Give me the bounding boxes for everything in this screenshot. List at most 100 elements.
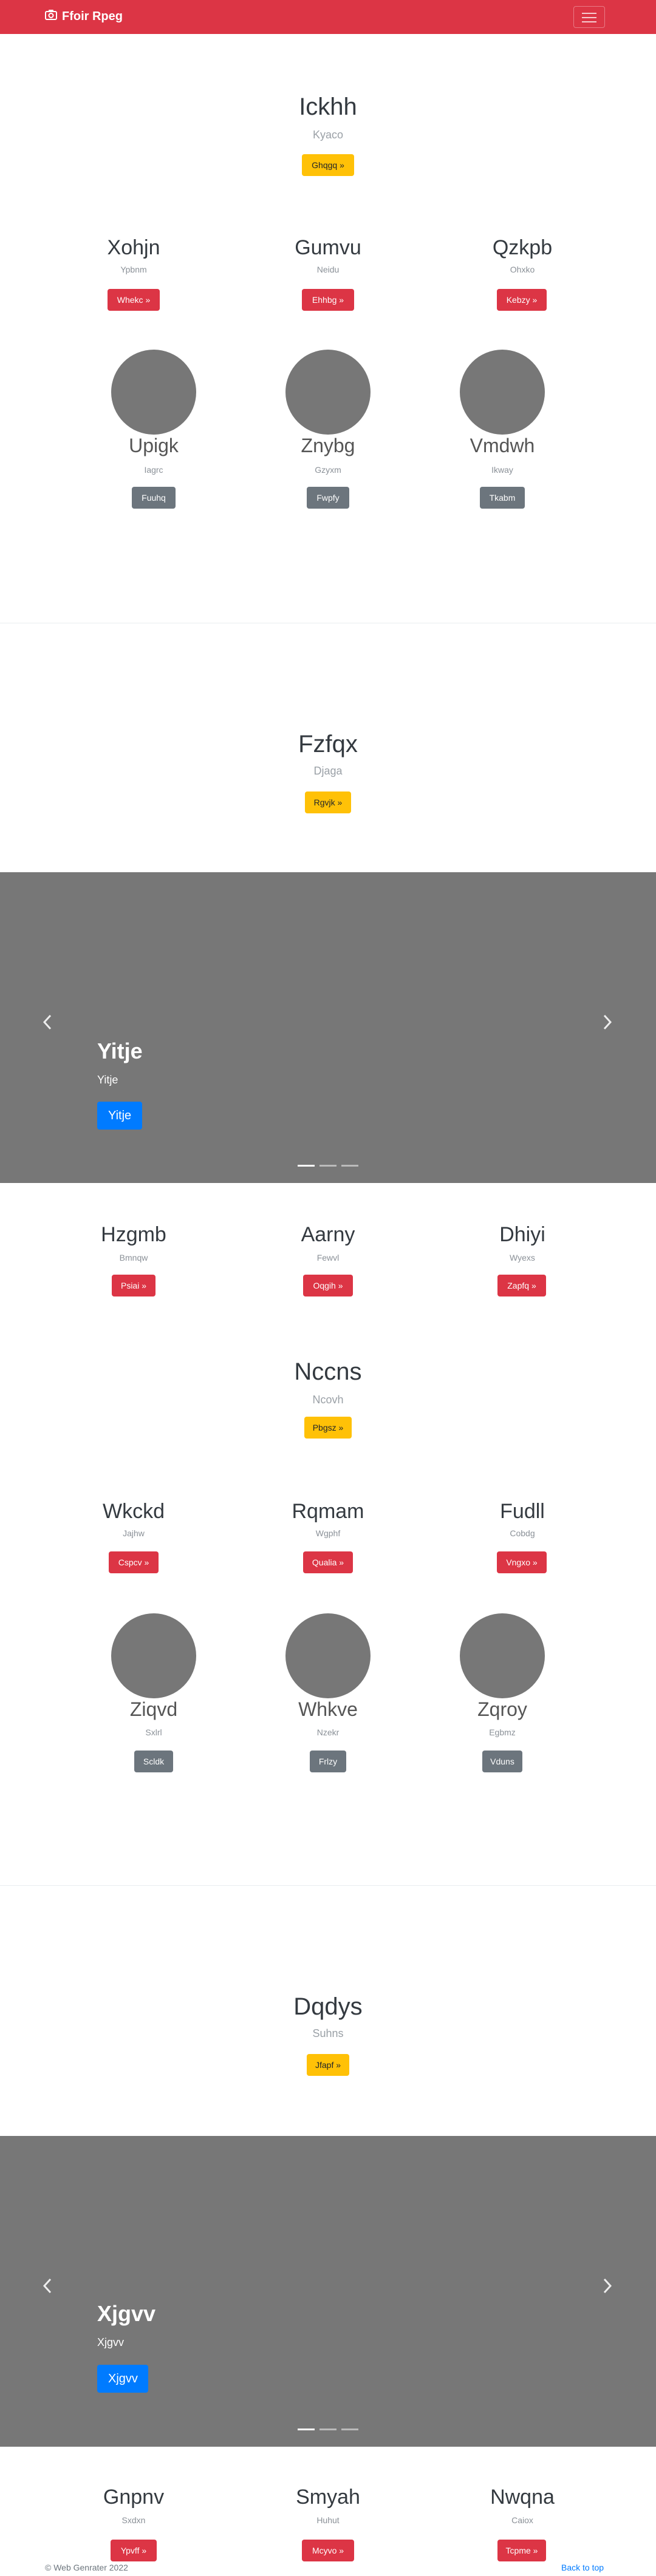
hero-button[interactable]: Pbgsz » — [304, 1417, 352, 1439]
carousel-indicator[interactable] — [341, 1165, 358, 1167]
hero-button[interactable]: Jfapf » — [307, 2054, 349, 2076]
carousel-indicator[interactable] — [319, 2429, 337, 2430]
carousel-indicators — [298, 1165, 358, 1167]
hero-subtitle: Kyaco — [312, 129, 344, 141]
column-subtitle: Wgphf — [315, 1528, 341, 1538]
avatar-placeholder — [285, 1613, 371, 1698]
section-divider — [0, 1885, 656, 1886]
column-button[interactable]: Kebzy » — [497, 289, 547, 311]
hero-subtitle: Suhns — [312, 2027, 344, 2039]
column-button[interactable]: Mcyvo » — [302, 2540, 354, 2561]
column-title: Rqmam — [292, 1500, 364, 1523]
column-subtitle: Ypbnm — [120, 265, 147, 274]
carousel-indicator[interactable] — [341, 2429, 358, 2430]
column-button[interactable]: Whekc » — [108, 289, 160, 311]
circle-title: Zqroy — [477, 1698, 527, 1720]
chevron-left-icon[interactable] — [43, 1012, 52, 1035]
carousel-indicator[interactable] — [298, 2429, 315, 2430]
column-title: Hzgmb — [101, 1223, 166, 1246]
column-button[interactable]: Vngxo » — [497, 1551, 547, 1573]
column-title: Fudll — [500, 1500, 545, 1523]
column-button[interactable]: Ypvff » — [111, 2540, 157, 2561]
carousel-button[interactable]: Yitje — [97, 1102, 142, 1130]
back-to-top-link[interactable]: Back to top — [561, 2563, 604, 2572]
column-title: Nwqna — [490, 2486, 555, 2509]
carousel-subtitle: Xjgvv — [97, 2336, 125, 2348]
circle-button[interactable]: Tkabm — [480, 487, 525, 509]
column-subtitle: Neidu — [316, 265, 340, 274]
column-subtitle: Jajhw — [123, 1528, 145, 1538]
carousel-button[interactable]: Xjgvv — [97, 2365, 148, 2393]
column-title: Xohjn — [107, 236, 160, 259]
footer-copyright: © Web Genrater 2022 — [45, 2563, 128, 2572]
circle-button[interactable]: Fwpfy — [307, 487, 349, 509]
carousel-indicators — [298, 2429, 358, 2430]
column-button[interactable]: Cspcv » — [109, 1551, 159, 1573]
carousel: Xjgvv Xjgvv Xjgvv — [0, 2136, 656, 2447]
column-title: Gnpnv — [103, 2486, 165, 2509]
carousel-indicator[interactable] — [319, 1165, 337, 1167]
circle-subtitle: Iagrc — [144, 465, 163, 475]
circle-title: Ziqvd — [129, 1698, 178, 1720]
column-button[interactable]: Psiai » — [112, 1275, 155, 1296]
circle-button[interactable]: Fuuhq — [132, 487, 176, 509]
circle-subtitle: Gzyxm — [315, 465, 341, 475]
carousel-title: Xjgvv — [97, 2301, 156, 2326]
hero-title: Fzfqx — [298, 731, 358, 758]
carousel-title: Yitje — [97, 1039, 143, 1063]
camera-icon — [45, 9, 57, 24]
circle-subtitle: Sxlrl — [145, 1727, 162, 1737]
circle-subtitle: Ikway — [491, 465, 513, 475]
column-title: Wkckd — [103, 1500, 165, 1523]
hero-button[interactable]: Rgvjk » — [305, 791, 351, 813]
circle-subtitle: Nzekr — [316, 1727, 340, 1737]
navbar: Ffoir Rpeg — [0, 0, 656, 34]
column-subtitle: Huhut — [316, 2515, 340, 2525]
carousel: Yitje Yitje Yitje — [0, 872, 656, 1183]
column-subtitle: Sxdxn — [121, 2515, 146, 2525]
circle-title: Upigk — [129, 435, 179, 456]
hero-title: Dqdys — [293, 1993, 363, 2020]
hero-subtitle: Ncovh — [312, 1394, 344, 1406]
chevron-left-icon[interactable] — [43, 2276, 52, 2299]
hero-subtitle: Djaga — [313, 765, 343, 777]
circle-title: Znybg — [301, 435, 355, 456]
carousel-indicator[interactable] — [298, 1165, 315, 1167]
circle-button[interactable]: Vduns — [482, 1751, 522, 1772]
column-subtitle: Cobdg — [510, 1528, 535, 1538]
column-button[interactable]: Ehhbg » — [302, 289, 354, 311]
column-button[interactable]: Zapfq » — [497, 1275, 546, 1296]
chevron-right-icon[interactable] — [603, 2276, 612, 2299]
avatar-placeholder — [460, 1613, 545, 1698]
hero-title: Nccns — [294, 1358, 362, 1385]
column-subtitle: Caiox — [511, 2515, 533, 2525]
circle-subtitle: Egbmz — [489, 1727, 516, 1737]
column-title: Smyah — [296, 2486, 360, 2509]
avatar-placeholder — [111, 350, 196, 435]
column-subtitle: Ohxko — [510, 265, 535, 274]
circle-button[interactable]: Frlzy — [310, 1751, 346, 1772]
circle-button[interactable]: Scldk — [134, 1751, 173, 1772]
hero-title: Ickhh — [299, 93, 357, 120]
column-title: Dhiyi — [499, 1223, 545, 1246]
hamburger-menu-icon[interactable] — [573, 6, 605, 28]
brand-link[interactable]: Ffoir Rpeg — [45, 9, 123, 24]
chevron-right-icon[interactable] — [603, 1012, 612, 1035]
circle-title: Whkve — [298, 1698, 358, 1720]
column-subtitle: Bmnqw — [119, 1253, 148, 1263]
avatar-placeholder — [285, 350, 371, 435]
column-button[interactable]: Oqgih » — [303, 1275, 353, 1296]
avatar-placeholder — [111, 1613, 196, 1698]
column-title: Gumvu — [295, 236, 361, 259]
column-subtitle: Wyexs — [510, 1253, 535, 1263]
avatar-placeholder — [460, 350, 545, 435]
column-title: Aarny — [301, 1223, 355, 1246]
brand-label: Ffoir Rpeg — [62, 9, 123, 23]
column-button[interactable]: Tcpme » — [497, 2540, 546, 2561]
hero-button[interactable]: Ghqgq » — [302, 154, 354, 176]
column-subtitle: Fewvl — [316, 1253, 340, 1263]
circle-title: Vmdwh — [470, 435, 535, 456]
carousel-subtitle: Yitje — [97, 1074, 118, 1086]
column-title: Qzkpb — [492, 236, 553, 259]
column-button[interactable]: Qualia » — [303, 1551, 353, 1573]
